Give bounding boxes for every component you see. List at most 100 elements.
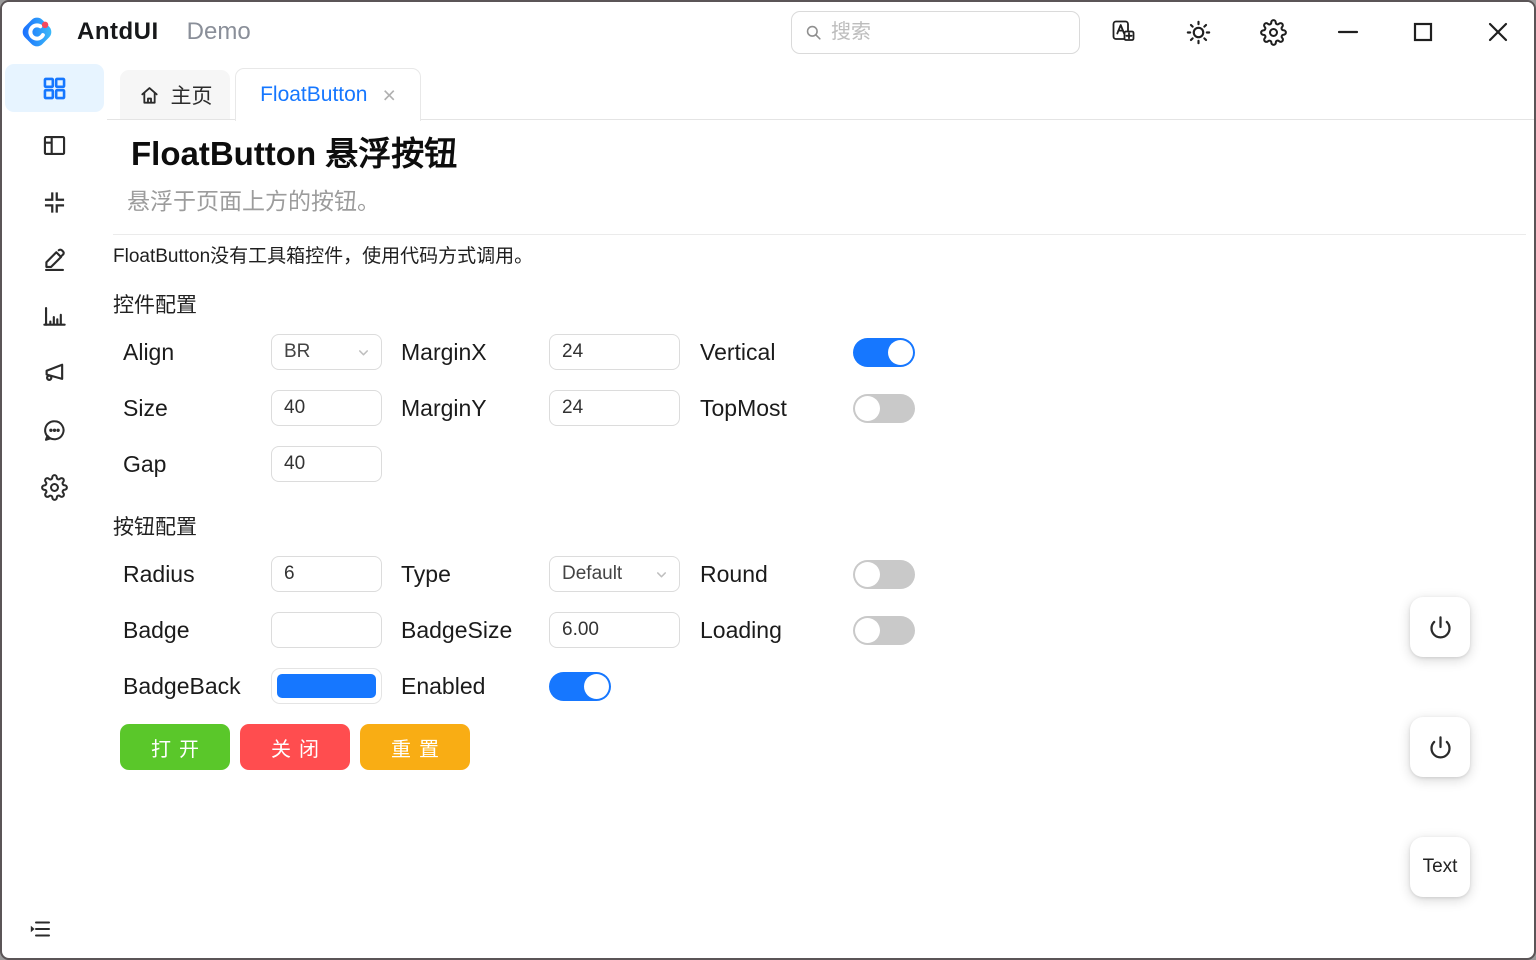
gap-label: Gap: [123, 451, 166, 478]
type-select-value: Default: [562, 563, 622, 585]
app-window: AntdUI Demo: [0, 0, 1536, 960]
round-toggle[interactable]: [853, 560, 915, 589]
radius-label: Radius: [123, 561, 195, 588]
search-icon: [804, 23, 823, 42]
page-note: FloatButton没有工具箱控件，使用代码方式调用。: [113, 244, 1526, 270]
sidebar-item-shrink[interactable]: [5, 178, 104, 226]
marginy-label: MarginY: [401, 395, 487, 422]
home-icon: [138, 84, 161, 107]
marginy-input[interactable]: [549, 390, 680, 426]
round-label: Round: [700, 561, 768, 588]
badgeback-color-button[interactable]: [271, 668, 382, 704]
open-button[interactable]: 打开: [120, 724, 230, 770]
reset-button[interactable]: 重置: [360, 724, 470, 770]
badgeback-label: BadgeBack: [123, 673, 241, 700]
size-input[interactable]: [271, 390, 382, 426]
align-select-value: BR: [284, 341, 310, 363]
sidebar-collapse-button[interactable]: [27, 916, 53, 942]
divider: [113, 234, 1526, 235]
bar-chart-icon: [41, 303, 68, 330]
close-window-button[interactable]: [1482, 16, 1514, 48]
components-grid-icon: [41, 75, 68, 102]
sidebar-item-settings[interactable]: [5, 463, 104, 511]
type-label: Type: [401, 561, 451, 588]
align-select[interactable]: BR: [271, 334, 382, 370]
gap-input[interactable]: [271, 446, 382, 482]
maximize-button[interactable]: [1407, 16, 1439, 48]
content-area: 主页 FloatButton × FloatButton 悬浮按钮 悬浮于页面上…: [107, 62, 1534, 958]
section-heading-button-config: 按钮配置: [113, 514, 1526, 542]
topmost-label: TopMost: [700, 395, 787, 422]
sidebar-item-layout[interactable]: [5, 121, 104, 169]
antdui-logo-icon: [18, 13, 56, 51]
sidebar-item-announcement[interactable]: [5, 349, 104, 397]
megaphone-icon: [41, 360, 68, 387]
page-title: FloatButton 悬浮按钮: [131, 134, 1526, 174]
float-button-power-2[interactable]: [1410, 717, 1470, 777]
sidebar-item-chart[interactable]: [5, 292, 104, 340]
tab-home-label: 主页: [171, 80, 213, 110]
titlebar-actions: [1107, 16, 1514, 48]
vertical-toggle[interactable]: [853, 338, 915, 367]
layout-icon: [41, 132, 68, 159]
gear-icon: [1260, 19, 1287, 46]
titlebar: AntdUI Demo: [2, 2, 1534, 62]
sidebar: [2, 62, 107, 958]
badge-label: Badge: [123, 617, 190, 644]
language-button[interactable]: [1107, 16, 1139, 48]
button-config-grid: Radius Type Default Round B: [123, 546, 1526, 714]
shrink-icon: [41, 189, 68, 216]
align-label: Align: [123, 339, 174, 366]
radius-input[interactable]: [271, 556, 382, 592]
app-name: AntdUI: [77, 18, 159, 46]
control-config-grid: Align BR MarginX Vertical S: [123, 324, 1526, 492]
toggle-knob: [888, 340, 913, 365]
gear-icon: [41, 474, 68, 501]
search-box[interactable]: [791, 11, 1080, 54]
sidebar-item-feedback[interactable]: [5, 406, 104, 454]
badge-input[interactable]: [271, 612, 382, 648]
close-button[interactable]: 关闭: [240, 724, 350, 770]
badgesize-label: BadgeSize: [401, 617, 512, 644]
tab-bar: 主页 FloatButton ×: [107, 62, 1534, 120]
toggle-knob: [855, 618, 880, 643]
tab-floatbutton[interactable]: FloatButton ×: [235, 68, 421, 121]
float-button-text-label: Text: [1423, 856, 1458, 878]
power-icon: [1427, 614, 1454, 641]
chevron-down-icon: [356, 345, 371, 360]
color-swatch: [277, 674, 376, 698]
settings-button[interactable]: [1257, 16, 1289, 48]
vertical-label: Vertical: [700, 339, 775, 366]
marginx-label: MarginX: [401, 339, 487, 366]
app-subtitle: Demo: [187, 18, 251, 46]
chat-bubble-icon: [41, 417, 68, 444]
close-icon: [1485, 19, 1511, 45]
tab-close-icon[interactable]: ×: [382, 84, 395, 107]
page-subtitle: 悬浮于页面上方的按钮。: [127, 186, 1526, 216]
sun-theme-icon: [1185, 19, 1212, 46]
toggle-knob: [855, 396, 880, 421]
section-heading-control-config: 控件配置: [113, 292, 1526, 320]
badgesize-input[interactable]: [549, 612, 680, 648]
sidebar-item-edit[interactable]: [5, 235, 104, 283]
float-button-text[interactable]: Text: [1410, 837, 1470, 897]
enabled-toggle[interactable]: [549, 672, 611, 701]
loading-label: Loading: [700, 617, 782, 644]
search-input[interactable]: [831, 21, 1067, 44]
type-select[interactable]: Default: [549, 556, 680, 592]
tab-home[interactable]: 主页: [120, 70, 230, 120]
page-body: FloatButton 悬浮按钮 悬浮于页面上方的按钮。 FloatButton…: [107, 120, 1534, 958]
float-button-power-1[interactable]: [1410, 597, 1470, 657]
maximize-icon: [1410, 19, 1436, 45]
loading-toggle[interactable]: [853, 616, 915, 645]
power-icon: [1427, 734, 1454, 761]
marginx-input[interactable]: [549, 334, 680, 370]
sidebar-item-components[interactable]: [5, 64, 104, 112]
theme-toggle-button[interactable]: [1182, 16, 1214, 48]
edit-pencil-icon: [41, 246, 68, 273]
chevron-down-icon: [654, 567, 669, 582]
size-label: Size: [123, 395, 168, 422]
topmost-toggle[interactable]: [853, 394, 915, 423]
minimize-button[interactable]: [1332, 16, 1364, 48]
enabled-label: Enabled: [401, 673, 485, 700]
